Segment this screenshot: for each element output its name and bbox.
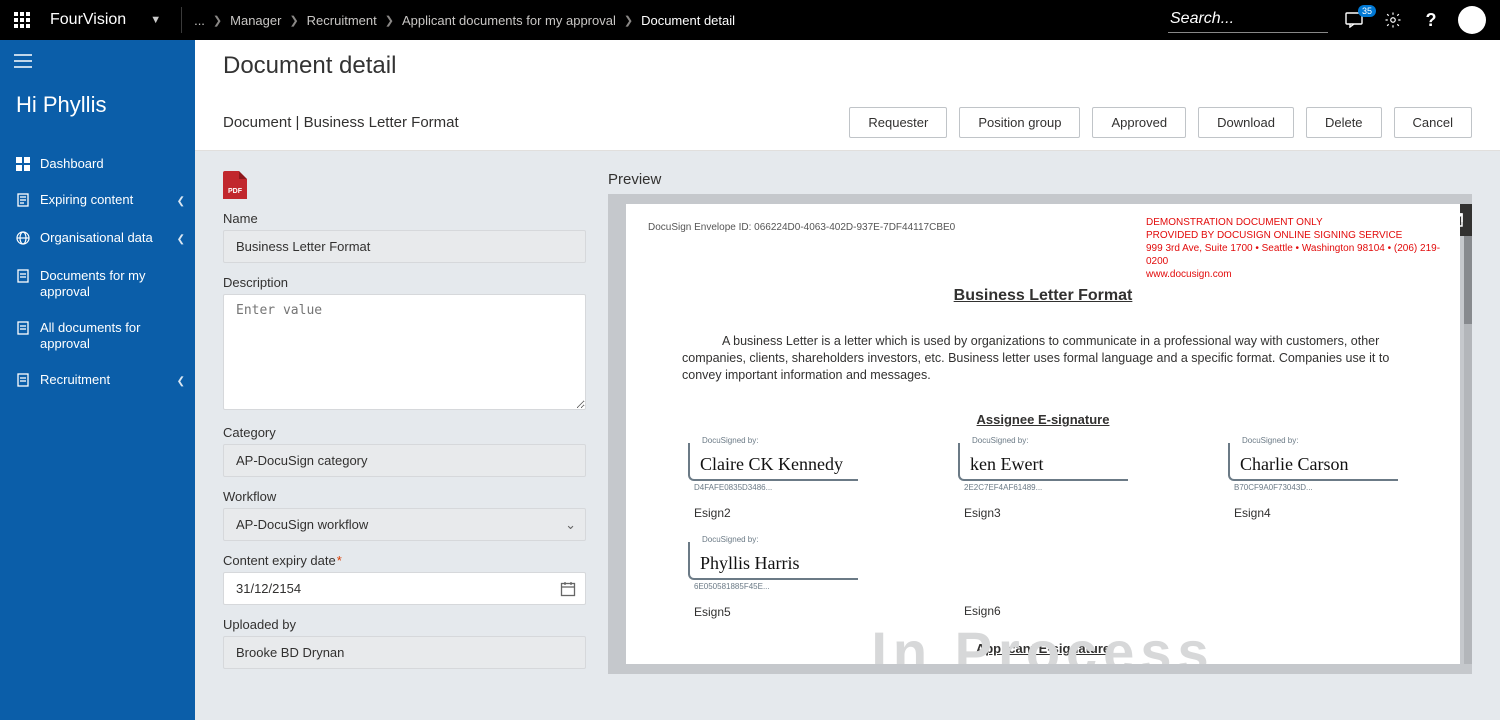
section-applicant: Applicant E-signature xyxy=(648,641,1438,656)
greeting: Hi Phyllis xyxy=(0,82,195,146)
sidebar-item-org-data[interactable]: Organisational data ❮ xyxy=(0,220,195,258)
divider xyxy=(181,7,182,33)
demo-notice: DEMONSTRATION DOCUMENT ONLY PROVIDED BY … xyxy=(1146,216,1446,281)
preview-label: Preview xyxy=(608,171,1472,188)
sidebar-item-recruitment[interactable]: Recruitment ❮ xyxy=(0,362,195,400)
signature-block: DocuSigned by:Claire CK Kennedy D4FAFE08… xyxy=(688,443,858,520)
brand-label: FourVision xyxy=(50,11,126,29)
position-group-button[interactable]: Position group xyxy=(959,107,1080,138)
sidebar: Hi Phyllis Dashboard Expiring content ❮ O… xyxy=(0,40,195,720)
notification-badge: 35 xyxy=(1358,5,1376,17)
app-launcher-icon[interactable] xyxy=(0,0,44,40)
category-label: Category xyxy=(223,425,586,440)
sidebar-item-label: Expiring content xyxy=(40,192,167,208)
page-title: Document detail xyxy=(195,40,1500,94)
sidebar-item-label: Recruitment xyxy=(40,372,167,388)
section-assignee: Assignee E-signature xyxy=(648,412,1438,427)
hamburger-icon[interactable] xyxy=(0,40,195,82)
expiry-date-field[interactable] xyxy=(223,572,586,605)
workflow-select[interactable] xyxy=(223,508,586,541)
dashboard-icon xyxy=(16,157,30,171)
document-icon xyxy=(16,193,30,207)
chevron-left-icon: ❮ xyxy=(177,374,185,390)
download-button[interactable]: Download xyxy=(1198,107,1294,138)
search-input[interactable] xyxy=(1168,8,1328,33)
globe-icon xyxy=(16,231,30,245)
breadcrumb: ... ❯ Manager ❯ Recruitment ❯ Applicant … xyxy=(188,13,1168,28)
description-field[interactable] xyxy=(223,294,586,410)
expiry-label: Content expiry date xyxy=(223,553,586,568)
gear-icon[interactable] xyxy=(1382,9,1404,31)
sidebar-item-docs-my-approval[interactable]: Documents for my approval xyxy=(0,258,195,310)
breadcrumb-item[interactable]: Manager xyxy=(230,13,281,28)
page-header: Document detail Document | Business Lett… xyxy=(195,40,1500,151)
top-bar: FourVision ▼ ... ❯ Manager ❯ Recruitment… xyxy=(0,0,1500,40)
sidebar-item-label: Documents for my approval xyxy=(40,268,185,300)
breadcrumb-current: Document detail xyxy=(641,13,735,28)
signature-block: Esign6 xyxy=(958,542,1128,619)
sidebar-item-expiring[interactable]: Expiring content ❮ xyxy=(0,182,195,220)
uploaded-by-label: Uploaded by xyxy=(223,617,586,632)
breadcrumb-item[interactable]: Recruitment xyxy=(307,13,377,28)
pdf-icon: PDF xyxy=(223,171,247,199)
form-column: PDF Name Description Category Workflow ⌄… xyxy=(223,171,586,681)
delete-button[interactable]: Delete xyxy=(1306,107,1382,138)
action-bar: Document | Business Letter Format Reques… xyxy=(195,94,1500,150)
avatar[interactable] xyxy=(1458,6,1486,34)
chevron-right-icon: ❯ xyxy=(289,14,298,27)
chevron-right-icon: ❯ xyxy=(624,14,633,27)
approved-button[interactable]: Approved xyxy=(1092,107,1186,138)
doc-title: Business Letter Format xyxy=(648,287,1438,305)
cancel-button[interactable]: Cancel xyxy=(1394,107,1472,138)
uploaded-by-field[interactable] xyxy=(223,636,586,669)
category-field[interactable] xyxy=(223,444,586,477)
chevron-right-icon: ❯ xyxy=(213,14,222,27)
sidebar-nav: Dashboard Expiring content ❮ Organisation… xyxy=(0,146,195,400)
preview-page: DocuSign Envelope ID: 066224D0-4063-402D… xyxy=(626,204,1460,664)
main: Document detail Document | Business Lett… xyxy=(195,40,1500,720)
sidebar-item-all-docs-approval[interactable]: All documents for approval xyxy=(0,310,195,362)
brand[interactable]: FourVision ▼ xyxy=(44,11,175,29)
preview-scrollbar[interactable] xyxy=(1464,204,1472,664)
workflow-label: Workflow xyxy=(223,489,586,504)
docusign-link[interactable]: www.docusign.com xyxy=(1146,269,1232,280)
signature-block: DocuSigned by:Charlie Carson B70CF9A0F73… xyxy=(1228,443,1398,520)
document-icon xyxy=(16,269,30,283)
preview-viewport[interactable]: DocuSign Envelope ID: 066224D0-4063-402D… xyxy=(608,194,1472,674)
signature-block: DocuSigned by:Phyllis Harris 6E050581885… xyxy=(688,542,858,619)
chevron-right-icon: ❯ xyxy=(385,14,394,27)
help-icon[interactable]: ? xyxy=(1420,9,1442,31)
action-buttons: Requester Position group Approved Downlo… xyxy=(849,107,1472,138)
description-label: Description xyxy=(223,275,586,290)
signature-block: DocuSigned by:ken Ewert 2E2C7EF4AF61489.… xyxy=(958,443,1128,520)
chevron-left-icon: ❮ xyxy=(177,194,185,210)
document-icon xyxy=(16,321,30,335)
sidebar-item-label: Organisational data xyxy=(40,230,167,246)
document-icon xyxy=(16,373,30,387)
sidebar-item-label: Dashboard xyxy=(40,156,185,172)
preview-column: Preview DocuSign Envelope ID: 066224D0-4… xyxy=(608,171,1472,681)
chevron-down-icon: ▼ xyxy=(150,14,161,26)
topbar-right: 35 ? xyxy=(1168,6,1500,34)
name-field[interactable] xyxy=(223,230,586,263)
feedback-icon[interactable]: 35 xyxy=(1344,9,1366,31)
page-subtitle: Document | Business Letter Format xyxy=(223,114,459,131)
sidebar-item-dashboard[interactable]: Dashboard xyxy=(0,146,195,182)
breadcrumb-ellipsis[interactable]: ... xyxy=(194,13,205,28)
breadcrumb-item[interactable]: Applicant documents for my approval xyxy=(402,13,616,28)
requester-button[interactable]: Requester xyxy=(849,107,947,138)
sidebar-item-label: All documents for approval xyxy=(40,320,185,352)
chevron-left-icon: ❮ xyxy=(177,232,185,248)
doc-paragraph: A business Letter is a letter which is u… xyxy=(648,333,1438,384)
name-label: Name xyxy=(223,211,586,226)
